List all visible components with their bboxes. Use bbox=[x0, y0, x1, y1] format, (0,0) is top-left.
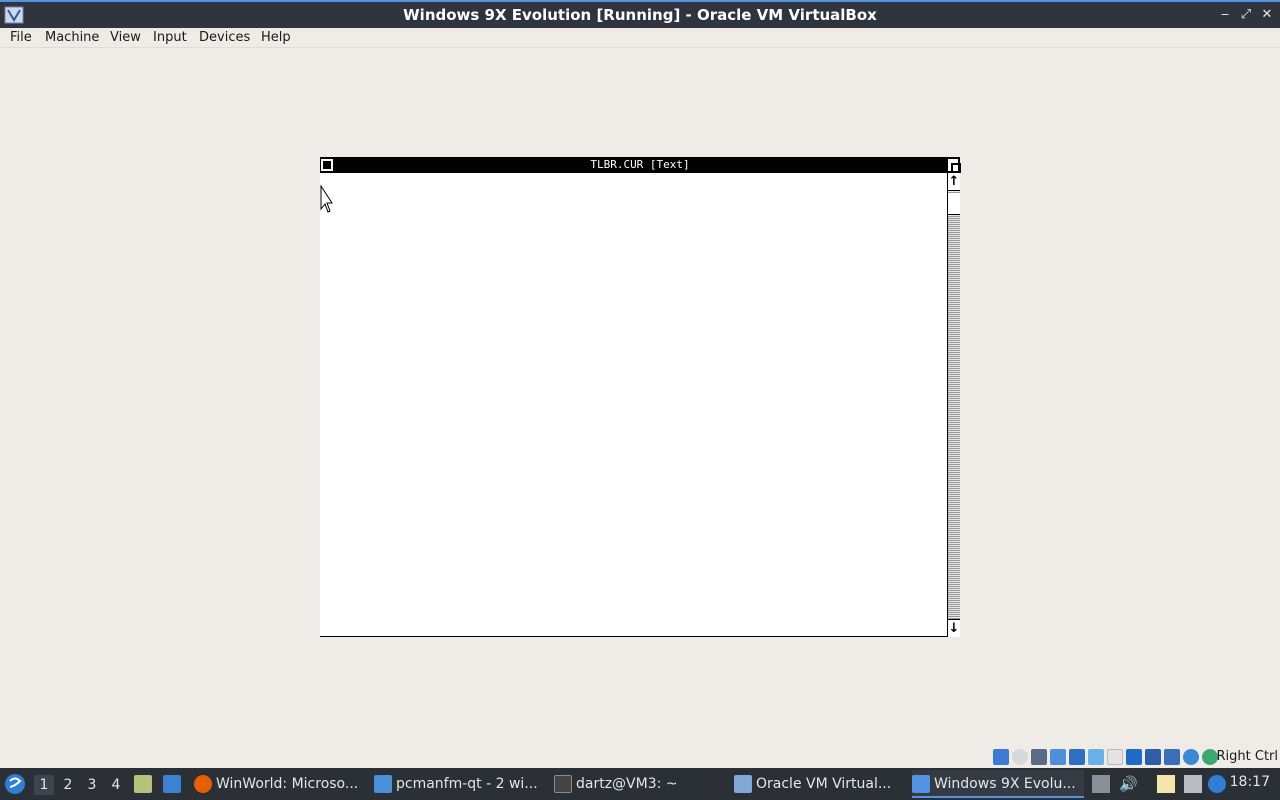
firefox-icon bbox=[194, 775, 212, 793]
menu-machine[interactable]: Machine bbox=[45, 30, 99, 45]
host-key-label: Right Ctrl bbox=[1216, 749, 1279, 764]
guest-window-titlebar[interactable]: TLBR.CUR [Text] bbox=[320, 157, 961, 173]
desktop-switch-1[interactable]: 1 bbox=[34, 775, 54, 795]
optical-drive-icon[interactable] bbox=[1012, 749, 1028, 765]
vertical-scrollbar[interactable]: ↑ ↓ bbox=[947, 173, 960, 637]
show-desktop-icon[interactable] bbox=[163, 775, 181, 793]
menubar: File Machine View Input Devices Help bbox=[0, 28, 1280, 48]
volume-icon[interactable]: 🔊 bbox=[1119, 775, 1138, 793]
scroll-thumb[interactable] bbox=[948, 193, 960, 215]
removable-media-icon[interactable] bbox=[1184, 775, 1202, 793]
file-manager-launcher-icon[interactable] bbox=[134, 775, 152, 793]
desktop-switch-4[interactable]: 4 bbox=[106, 775, 126, 795]
task-label: pcmanfm-qt - 2 wi... bbox=[396, 776, 538, 792]
floppy-icon[interactable] bbox=[1031, 749, 1047, 765]
menu-file[interactable]: File bbox=[10, 30, 32, 45]
menu-help[interactable]: Help bbox=[261, 30, 291, 45]
task-virtualbox-manager[interactable]: Oracle VM Virtual... bbox=[734, 770, 904, 798]
cpu-icon[interactable] bbox=[1164, 749, 1180, 765]
mouse-pointer-icon bbox=[320, 185, 333, 213]
menu-devices[interactable]: Devices bbox=[199, 30, 250, 45]
usb-icon[interactable] bbox=[1088, 749, 1104, 765]
mouse-integration-icon[interactable] bbox=[1183, 749, 1199, 765]
desktop-switch-2[interactable]: 2 bbox=[58, 775, 78, 795]
guest-text-window[interactable]: TLBR.CUR [Text] ↑ ↓ bbox=[320, 157, 961, 637]
minimize-button[interactable]: ‒ bbox=[1216, 6, 1234, 24]
clipboard-icon[interactable] bbox=[1092, 775, 1110, 793]
terminal-icon bbox=[554, 775, 572, 793]
task-windows-9x-evolution[interactable]: Windows 9X Evolu... bbox=[912, 770, 1084, 798]
folder-icon bbox=[374, 775, 392, 793]
taskbar: 1 2 3 4 WinWorld: Microso... pcmanfm-qt … bbox=[0, 768, 1280, 800]
restore-button[interactable]: ⤢ bbox=[1237, 6, 1255, 24]
update-notifier-icon[interactable] bbox=[1208, 775, 1226, 793]
vm-status-bar: Right Ctrl bbox=[0, 746, 1280, 768]
window-bottom-border bbox=[320, 636, 948, 637]
task-label: Oracle VM Virtual... bbox=[756, 776, 892, 792]
guest-window-caption: TLBR.CUR [Text] bbox=[590, 158, 690, 171]
task-label: WinWorld: Microso... bbox=[216, 776, 359, 792]
network-icon[interactable] bbox=[1069, 749, 1085, 765]
notes-icon[interactable] bbox=[1157, 775, 1175, 793]
window-titlebar[interactable]: Windows 9X Evolution [Running] - Oracle … bbox=[0, 0, 1280, 28]
menu-input[interactable]: Input bbox=[153, 30, 187, 45]
scroll-up-arrow-icon[interactable]: ↑ bbox=[948, 173, 960, 191]
audio-icon[interactable] bbox=[1050, 749, 1066, 765]
scroll-down-arrow-icon[interactable]: ↓ bbox=[948, 619, 960, 637]
task-winworld[interactable]: WinWorld: Microso... bbox=[194, 770, 366, 798]
clock[interactable]: 18:17 bbox=[1230, 774, 1270, 790]
shared-folders-icon[interactable] bbox=[1107, 749, 1123, 765]
virtualbox-vm-icon bbox=[912, 775, 930, 793]
task-pcmanfm[interactable]: pcmanfm-qt - 2 wi... bbox=[374, 770, 544, 798]
video-capture-icon[interactable] bbox=[1145, 749, 1161, 765]
menu-view[interactable]: View bbox=[110, 30, 141, 45]
task-label: dartz@VM3: ~ bbox=[576, 776, 678, 792]
task-label: Windows 9X Evolu... bbox=[934, 776, 1076, 792]
hard-disk-icon[interactable] bbox=[993, 749, 1009, 765]
task-terminal[interactable]: dartz@VM3: ~ bbox=[554, 770, 724, 798]
close-button[interactable]: ✕ bbox=[1258, 6, 1276, 24]
display-icon[interactable] bbox=[1126, 749, 1142, 765]
desktop-switch-3[interactable]: 3 bbox=[82, 775, 102, 795]
virtualbox-icon bbox=[734, 775, 752, 793]
window-title: Windows 9X Evolution [Running] - Oracle … bbox=[403, 6, 877, 24]
maximize-box[interactable] bbox=[947, 158, 961, 173]
start-menu-icon[interactable] bbox=[4, 773, 26, 795]
